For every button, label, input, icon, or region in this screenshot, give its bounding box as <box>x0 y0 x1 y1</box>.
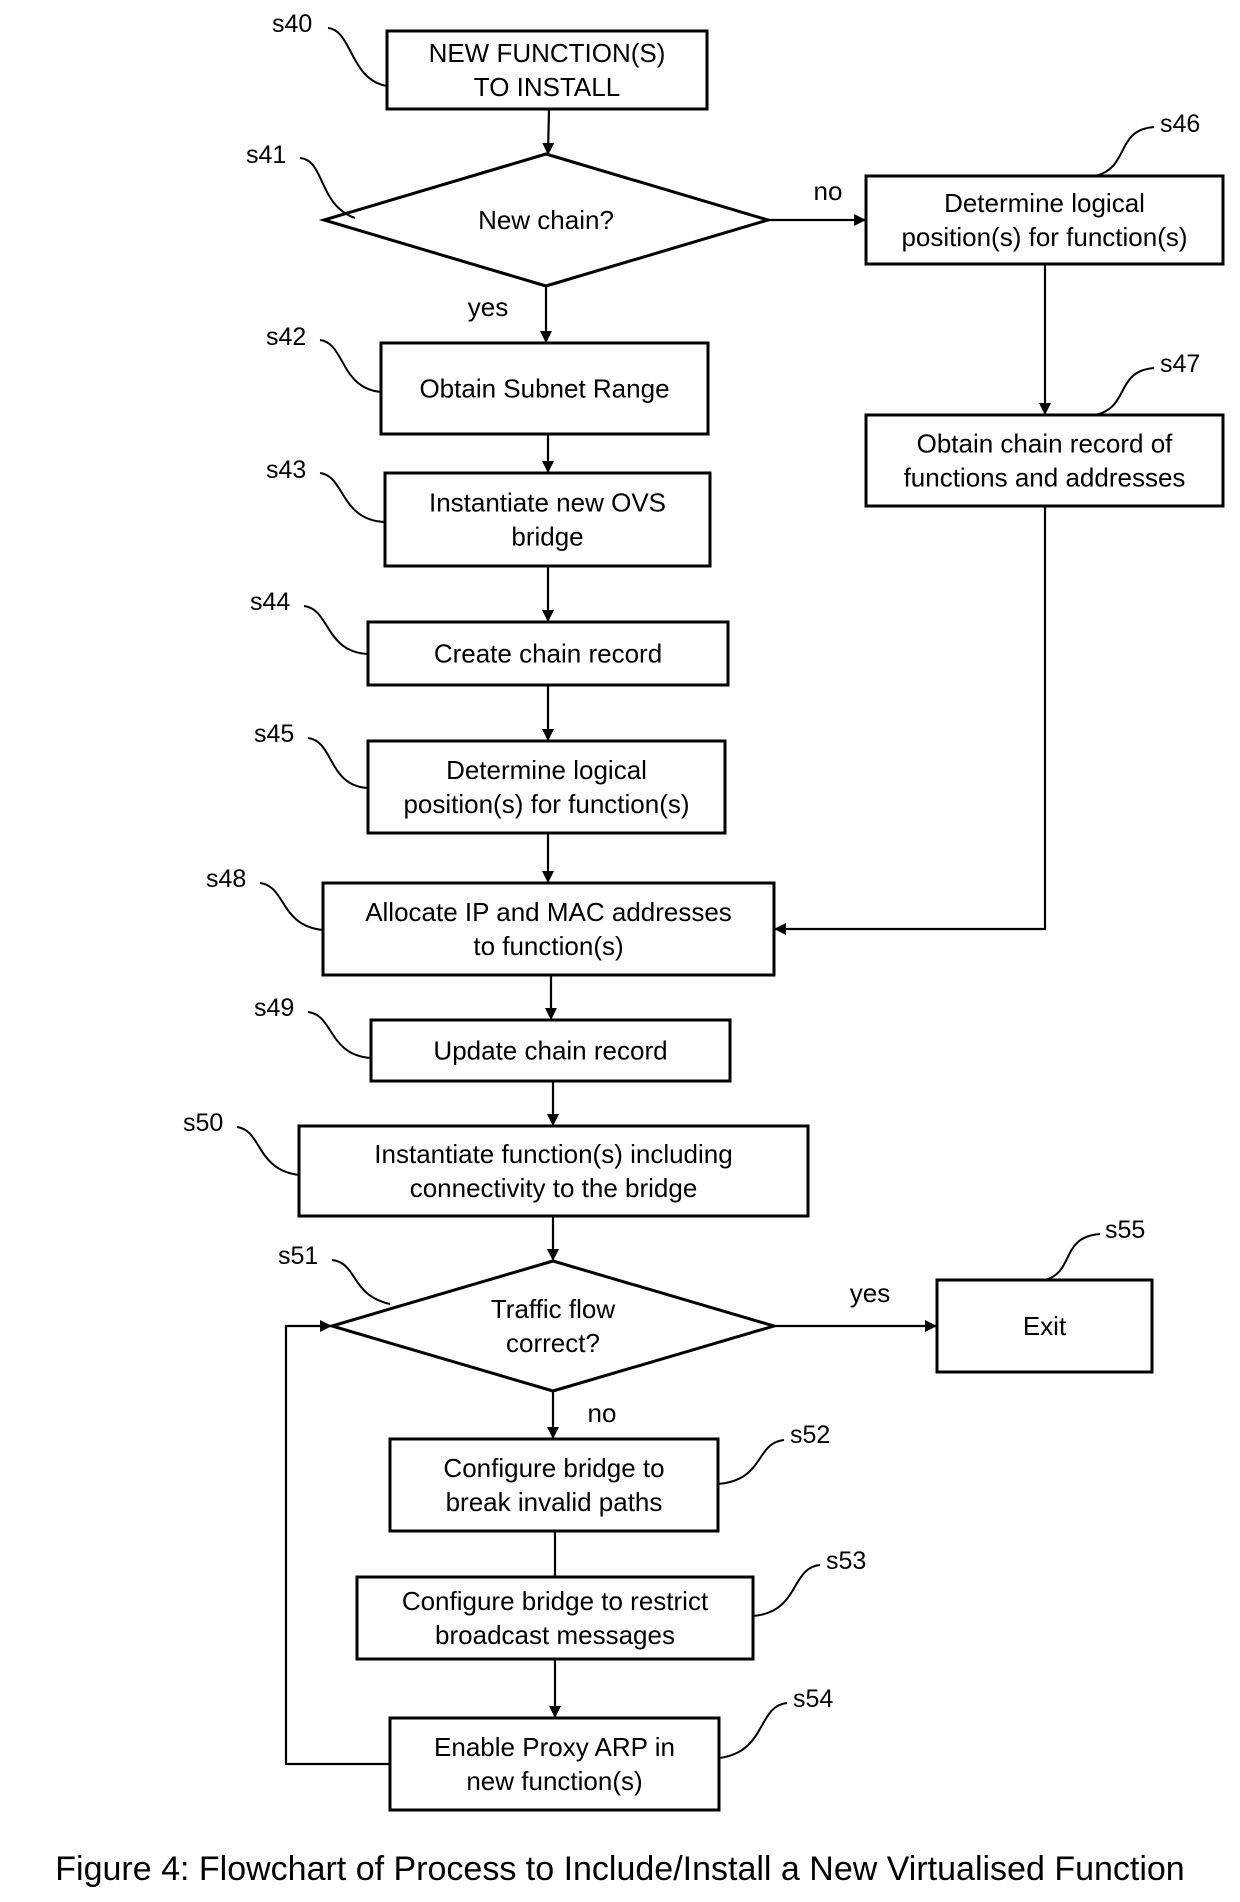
leader-line <box>307 737 369 789</box>
node-text: TO INSTALL <box>474 72 620 102</box>
edge-label-no: no <box>588 1398 617 1428</box>
node-text: bridge <box>511 522 583 552</box>
leader-line <box>319 472 386 523</box>
node-s55: Exit <box>935 1278 1154 1374</box>
decision-diamond <box>326 1259 780 1393</box>
node-s54: Enable Proxy ARP in new function(s) <box>388 1716 721 1812</box>
edge-s54-to-s51 <box>284 1320 390 1766</box>
node-s52: Configure bridge to break invalid paths <box>388 1437 720 1533</box>
node-s48: Allocate IP and MAC addresses to function… <box>321 881 776 977</box>
node-text: new function(s) <box>466 1766 642 1796</box>
flowchart: yes no yes no NEW FUNCTION(S) TO INSTALL New … <box>55 10 1225 1888</box>
node-text: Configure bridge to <box>443 1453 664 1483</box>
node-s41: New chain? <box>318 152 774 288</box>
step-number-s48: s48 <box>206 865 246 893</box>
leader-line <box>1094 126 1155 177</box>
leader-line <box>307 1011 372 1059</box>
step-number-s47: s47 <box>1160 350 1200 378</box>
leader-line <box>236 1126 300 1176</box>
leader-line <box>717 1439 785 1485</box>
figure-caption: Figure 4: Flowchart of Process to Includ… <box>55 1850 1184 1888</box>
node-s47: Obtain chain record of functions and addr… <box>864 413 1225 508</box>
node-text: Exit <box>1023 1311 1067 1341</box>
node-text: Allocate IP and MAC addresses <box>365 897 732 927</box>
step-number-s45: s45 <box>254 720 294 748</box>
node-text: Obtain chain record of <box>917 429 1174 459</box>
leader-line <box>299 157 356 219</box>
edge-label-yes: yes <box>468 292 508 322</box>
step-number-s40: s40 <box>272 10 312 38</box>
node-text: functions and addresses <box>904 463 1186 493</box>
step-number-s51: s51 <box>278 1242 318 1270</box>
leader-line <box>752 1564 821 1617</box>
step-number-s49: s49 <box>254 994 294 1022</box>
step-number-s50: s50 <box>183 1109 223 1137</box>
node-s53: Configure bridge to restrict broadcast me… <box>355 1575 755 1661</box>
node-text: Update chain record <box>433 1036 667 1066</box>
leader-line <box>331 1259 391 1305</box>
node-s51: Traffic flow correct? <box>326 1259 780 1393</box>
step-number-s46: s46 <box>1160 110 1200 138</box>
leader-line <box>303 605 369 655</box>
node-text: Traffic flow <box>491 1294 615 1324</box>
node-s49: Update chain record <box>369 1018 732 1083</box>
edge-s40-to-s41 <box>542 108 555 155</box>
step-number-s43: s43 <box>266 456 306 484</box>
node-text: to function(s) <box>473 931 623 961</box>
node-s50: Instantiate function(s) including connect… <box>297 1124 810 1218</box>
node-text: Create chain record <box>434 639 662 669</box>
node-text: Determine logical <box>944 188 1145 218</box>
edge-label-no: no <box>814 176 843 206</box>
step-number-s54: s54 <box>793 1685 833 1713</box>
step-number-s44: s44 <box>250 588 290 616</box>
node-text: Instantiate function(s) including <box>374 1139 732 1169</box>
node-text: Configure bridge to restrict <box>402 1586 709 1616</box>
node-s46: Determine logical position(s) for functio… <box>864 174 1225 266</box>
leader-line <box>718 1702 788 1759</box>
edge-s47-to-s48 <box>774 506 1047 935</box>
leader-line <box>259 882 324 931</box>
node-text: Instantiate new OVS <box>429 488 666 518</box>
step-number-s55: s55 <box>1105 1216 1145 1244</box>
leader-line <box>319 339 382 393</box>
node-text: position(s) for function(s) <box>901 222 1187 252</box>
step-number-s52: s52 <box>790 1421 830 1449</box>
node-text: New chain? <box>478 205 614 235</box>
node-s45: Determine logical position(s) for functio… <box>366 739 727 835</box>
node-s43: Instantiate new OVS bridge <box>383 471 712 568</box>
node-text: NEW FUNCTION(S) <box>429 38 666 68</box>
leader-line <box>327 27 388 87</box>
node-text: correct? <box>506 1328 600 1358</box>
edge-label-yes: yes <box>850 1278 890 1308</box>
node-text: Determine logical <box>446 755 647 785</box>
step-number-s42: s42 <box>266 323 306 351</box>
step-number-s41: s41 <box>246 141 286 169</box>
leader-line <box>1044 1233 1101 1281</box>
node-text: broadcast messages <box>435 1620 675 1650</box>
node-text: position(s) for function(s) <box>403 789 689 819</box>
step-number-s53: s53 <box>826 1547 866 1575</box>
node-text: Obtain Subnet Range <box>419 374 669 404</box>
node-s44: Create chain record <box>366 620 730 687</box>
node-s40: NEW FUNCTION(S) TO INSTALL <box>385 29 709 111</box>
node-s42: Obtain Subnet Range <box>379 341 710 436</box>
node-text: connectivity to the bridge <box>410 1173 698 1203</box>
node-text: break invalid paths <box>446 1487 663 1517</box>
node-text: Enable Proxy ARP in <box>434 1732 675 1762</box>
leader-line <box>1094 367 1155 416</box>
